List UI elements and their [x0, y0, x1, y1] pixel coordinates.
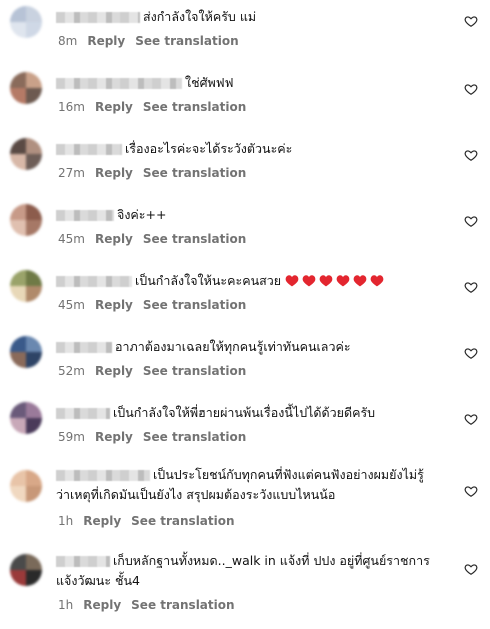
- like-heart-icon[interactable]: [464, 82, 478, 96]
- comment-text: เรื่องอะไรค่ะจะได้ระวังตัวนะค่ะ: [125, 141, 293, 156]
- comment-text: เก็บหลักฐานทั้งหมด.._walk in แจ้งที่ ปปง…: [113, 553, 430, 568]
- red-heart-emoji: [336, 275, 350, 287]
- red-heart-emoji: [319, 275, 333, 287]
- comment-text: เป็นประโยชน์กับทุกคนที่ฟังแต่คนฟังอย่างผ…: [153, 467, 424, 482]
- avatar[interactable]: [10, 72, 42, 104]
- see-translation-button[interactable]: See translation: [135, 34, 238, 48]
- comment-meta: 27m Reply See translation: [58, 166, 246, 180]
- red-heart-emoji: [353, 275, 367, 287]
- comment-meta: 45m Reply See translation: [58, 232, 246, 246]
- see-translation-button[interactable]: See translation: [143, 232, 246, 246]
- comment-time: 1h: [58, 598, 74, 612]
- comment-meta: 52m Reply See translation: [58, 364, 246, 378]
- username-blurred[interactable]: [56, 210, 114, 221]
- like-heart-icon[interactable]: [464, 14, 478, 28]
- comment-meta: 1h Reply See translation: [58, 514, 235, 528]
- like-heart-icon[interactable]: [464, 346, 478, 360]
- comment-text: จิงค่ะ++: [117, 207, 167, 222]
- reply-button[interactable]: Reply: [95, 298, 133, 312]
- reply-button[interactable]: Reply: [95, 232, 133, 246]
- username-blurred[interactable]: [56, 276, 132, 287]
- comment-time: 16m: [58, 100, 85, 114]
- avatar[interactable]: [10, 138, 42, 170]
- comment-meta: 8m Reply See translation: [58, 34, 239, 48]
- comment-text-line2: ว่าเหตุที่เกิดมันเป็นยังไง สรุปผมต้องระว…: [56, 487, 336, 502]
- avatar[interactable]: [10, 470, 42, 502]
- reply-button[interactable]: Reply: [95, 166, 133, 180]
- comment-meta: 59m Reply See translation: [58, 430, 246, 444]
- see-translation-button[interactable]: See translation: [143, 298, 246, 312]
- username-blurred[interactable]: [56, 556, 110, 567]
- red-heart-emoji: [302, 275, 316, 287]
- username-blurred[interactable]: [56, 408, 110, 419]
- username-blurred[interactable]: [56, 78, 182, 89]
- comment-text: ใช่ศัพฟฟ: [185, 75, 234, 90]
- reply-button[interactable]: Reply: [87, 34, 125, 48]
- avatar[interactable]: [10, 6, 42, 38]
- reply-button[interactable]: Reply: [83, 598, 121, 612]
- username-blurred[interactable]: [56, 12, 140, 23]
- like-heart-icon[interactable]: [464, 484, 478, 498]
- red-heart-emoji: [285, 275, 299, 287]
- comment-time: 45m: [58, 298, 85, 312]
- comment-meta: 16m Reply See translation: [58, 100, 246, 114]
- emoji-hearts: [285, 274, 387, 292]
- comment-time: 1h: [58, 514, 74, 528]
- reply-button[interactable]: Reply: [83, 514, 121, 528]
- comment-text-line2: แจ้งวัฒนะ ชั้น4: [56, 573, 141, 588]
- avatar[interactable]: [10, 336, 42, 368]
- comment-time: 52m: [58, 364, 85, 378]
- comment-text: เป็นกำลังใจให้นะคะคนสวย: [135, 273, 282, 288]
- see-translation-button[interactable]: See translation: [143, 166, 246, 180]
- see-translation-button[interactable]: See translation: [143, 430, 246, 444]
- like-heart-icon[interactable]: [464, 214, 478, 228]
- avatar[interactable]: [10, 402, 42, 434]
- reply-button[interactable]: Reply: [95, 364, 133, 378]
- comment-meta: 45m Reply See translation: [58, 298, 246, 312]
- see-translation-button[interactable]: See translation: [131, 598, 234, 612]
- see-translation-button[interactable]: See translation: [131, 514, 234, 528]
- comment-meta: 1h Reply See translation: [58, 598, 235, 612]
- like-heart-icon[interactable]: [464, 148, 478, 162]
- comment-time: 59m: [58, 430, 85, 444]
- avatar[interactable]: [10, 270, 42, 302]
- reply-button[interactable]: Reply: [95, 100, 133, 114]
- username-blurred[interactable]: [56, 470, 150, 481]
- like-heart-icon[interactable]: [464, 412, 478, 426]
- comment-text: ส่งกำลังใจให้ครับ แม่: [143, 9, 257, 24]
- red-heart-emoji: [370, 275, 384, 287]
- see-translation-button[interactable]: See translation: [143, 364, 246, 378]
- reply-button[interactable]: Reply: [95, 430, 133, 444]
- comment-time: 8m: [58, 34, 78, 48]
- username-blurred[interactable]: [56, 342, 112, 353]
- comment-time: 27m: [58, 166, 85, 180]
- avatar[interactable]: [10, 554, 42, 586]
- username-blurred[interactable]: [56, 144, 122, 155]
- comment-text: อาภาต้องมาเฉลยให้ทุกคนรู้เท่าทันคนเลวค่ะ: [115, 339, 351, 354]
- comment-text: เป็นกำลังใจให้พี่ฮายผ่านพ้นเรื่องนี้ไปได…: [113, 405, 376, 420]
- see-translation-button[interactable]: See translation: [143, 100, 246, 114]
- like-heart-icon[interactable]: [464, 562, 478, 576]
- comment-time: 45m: [58, 232, 85, 246]
- avatar[interactable]: [10, 204, 42, 236]
- like-heart-icon[interactable]: [464, 280, 478, 294]
